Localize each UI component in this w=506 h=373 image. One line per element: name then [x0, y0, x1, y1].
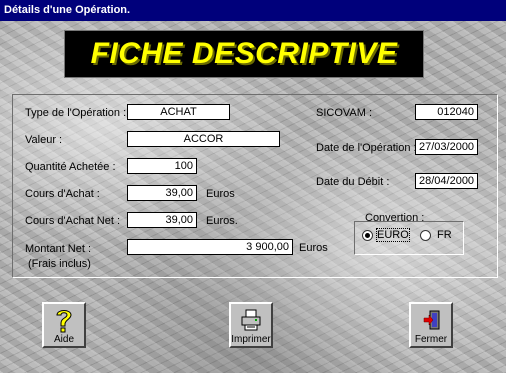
exit-door-icon: [423, 310, 440, 330]
cours-achat-field[interactable]: 39,00: [127, 185, 197, 201]
quantite-field[interactable]: 100: [127, 158, 197, 174]
valeur-field[interactable]: ACCOR: [127, 131, 280, 147]
date-debit-field[interactable]: 28/04/2000: [415, 173, 478, 189]
type-operation-label: Type de l'Opération :: [25, 107, 127, 119]
radio-fr-label[interactable]: FR: [437, 229, 452, 241]
fermer-button[interactable]: Fermer: [409, 302, 453, 348]
montant-sublabel: (Frais inclus): [28, 258, 91, 270]
date-operation-field[interactable]: 27/03/2000: [415, 139, 478, 155]
details-operation-window: Détails d'une Opération. FICHE DESCRIPTI…: [0, 0, 506, 373]
radio-euro[interactable]: [362, 230, 373, 241]
cours-net-unit: Euros.: [206, 215, 238, 227]
cours-net-field[interactable]: 39,00: [127, 212, 197, 228]
cours-net-label: Cours d'Achat Net :: [25, 215, 121, 227]
type-operation-field[interactable]: ACHAT: [127, 104, 230, 120]
cours-achat-unit: Euros: [206, 188, 235, 200]
sicovam-label: SICOVAM :: [316, 107, 373, 119]
cours-achat-label: Cours d'Achat :: [25, 188, 100, 200]
imprimer-label: Imprimer: [231, 334, 271, 345]
imprimer-button[interactable]: Imprimer: [229, 302, 273, 348]
montant-unit: Euros: [299, 242, 328, 254]
radio-euro-label[interactable]: EURO: [376, 228, 410, 242]
sicovam-field[interactable]: 012040: [415, 104, 478, 120]
banner: FICHE DESCRIPTIVE: [64, 30, 424, 78]
printer-icon: [241, 309, 261, 331]
valeur-label: Valeur :: [25, 134, 63, 146]
montant-label: Montant Net :: [25, 243, 92, 255]
aide-label: Aide: [53, 334, 74, 345]
banner-title: FICHE DESCRIPTIVE: [90, 37, 398, 70]
question-icon: [56, 310, 72, 333]
quantite-label: Quantité Achetée :: [25, 161, 116, 173]
conversion-title: Convertion :: [365, 212, 425, 224]
radio-fr[interactable]: [420, 230, 431, 241]
aide-button[interactable]: Aide: [42, 302, 86, 348]
date-operation-label: Date de l'Opération :: [316, 142, 417, 154]
date-debit-label: Date du Débit :: [316, 176, 390, 188]
fermer-label: Fermer: [414, 334, 448, 345]
window-title: Détails d'une Opération.: [0, 0, 506, 21]
montant-field[interactable]: 3 900,00: [127, 239, 293, 255]
